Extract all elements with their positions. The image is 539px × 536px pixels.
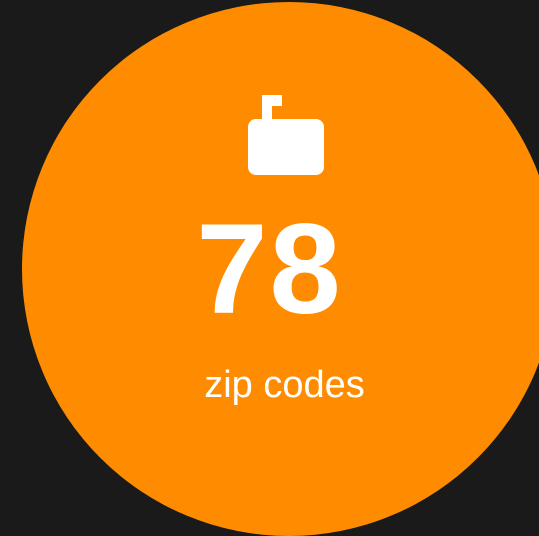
stat-value: 78	[196, 198, 343, 341]
stat-label: zip codes	[204, 364, 365, 406]
mailbox-icon	[248, 95, 324, 175]
